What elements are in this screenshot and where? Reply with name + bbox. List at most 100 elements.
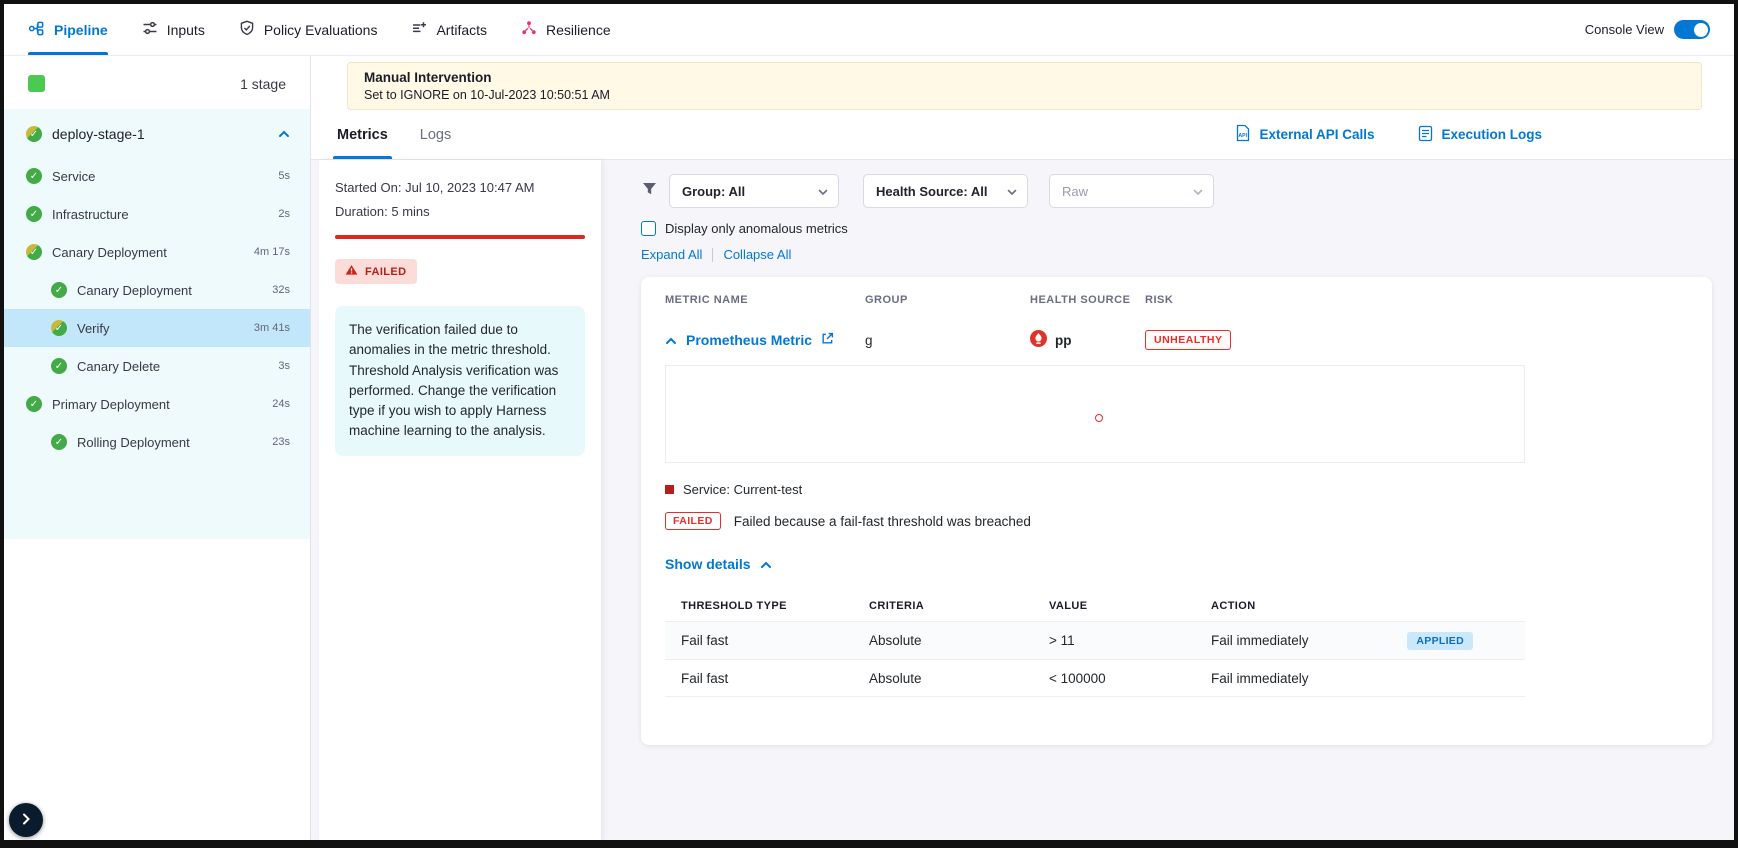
expand-console-button[interactable] — [9, 803, 43, 837]
sidebar-step-rolling-deployment[interactable]: ✓ Rolling Deployment 23s — [4, 423, 310, 461]
col-header-metric-name: METRIC NAME — [665, 294, 865, 306]
dropdown-value: Health Source: All — [876, 184, 987, 199]
nav-tab-policy-evaluations[interactable]: Policy Evaluations — [239, 4, 378, 55]
nav-tab-inputs[interactable]: Inputs — [142, 4, 205, 55]
group-filter-dropdown[interactable]: Group: All — [669, 174, 839, 208]
col-header-risk: RISK — [1145, 294, 1688, 306]
filter-funnel-icon — [641, 181, 658, 202]
step-duration: 23s — [272, 436, 290, 448]
metric-name-cell[interactable]: Prometheus Metric — [665, 332, 865, 348]
tab-label: Metrics — [337, 127, 388, 143]
col-header-group: GROUP — [865, 294, 1030, 306]
top-nav-tabs: Pipeline Inputs Policy Evaluations Artif… — [4, 4, 611, 55]
sidebar-step-infrastructure[interactable]: ✓ Infrastructure 2s — [4, 195, 310, 233]
sidebar-step-service[interactable]: ✓ Service 5s — [4, 157, 310, 195]
failed-status-badge: FAILED — [335, 259, 417, 284]
threshold-table: THRESHOLD TYPE CRITERIA VALUE ACTION Fai… — [665, 591, 1525, 697]
verify-step-content: Started On: Jul 10, 2023 10:47 AM Durati… — [311, 160, 1734, 840]
tab-label: Logs — [420, 127, 451, 143]
stage-header: 1 stage — [4, 56, 310, 109]
success-check-icon: ✓ — [51, 282, 67, 298]
sidebar-step-verify[interactable]: ✓ Verify 3m 41s — [4, 309, 310, 347]
inputs-icon — [142, 20, 158, 39]
external-link-icon[interactable] — [821, 332, 834, 348]
step-label: Service — [52, 169, 95, 184]
expand-collapse-row: Expand All Collapse All — [641, 247, 1712, 262]
step-duration: 32s — [272, 284, 290, 296]
success-check-icon: ✓ — [26, 396, 42, 412]
raw-filter-dropdown[interactable]: Raw — [1049, 174, 1214, 208]
threshold-type-cell: Fail fast — [681, 671, 869, 686]
nav-tab-label: Artifacts — [436, 22, 487, 38]
link-label: External API Calls — [1259, 127, 1374, 142]
chevron-up-icon[interactable] — [278, 125, 290, 143]
step-duration: 2s — [278, 208, 290, 220]
artifacts-icon — [411, 20, 427, 39]
nav-tab-artifacts[interactable]: Artifacts — [411, 4, 487, 55]
col-header-health-source: HEALTH SOURCE — [1030, 294, 1145, 306]
nav-tab-label: Resilience — [546, 22, 611, 38]
nav-tab-pipeline[interactable]: Pipeline — [28, 4, 108, 55]
sidebar-step-canary-delete[interactable]: ✓ Canary Delete 3s — [4, 347, 310, 385]
detail-tabbar: Metrics Logs API External API Calls Exec… — [311, 110, 1734, 160]
success-check-icon: ✓ — [51, 358, 67, 374]
expand-all-link[interactable]: Expand All — [641, 247, 702, 262]
step-label: Verify — [77, 321, 110, 336]
stage-row-deploy-stage-1[interactable]: ✓ deploy-stage-1 — [4, 109, 310, 157]
stage-status-square-icon — [28, 75, 45, 92]
anomalous-metrics-checkbox-row[interactable]: Display only anomalous metrics — [641, 221, 1712, 236]
svg-text:API: API — [1239, 133, 1248, 139]
action-cell: Fail immediately — [1211, 671, 1509, 686]
warning-check-icon: ✓ — [26, 244, 42, 260]
external-api-calls-link[interactable]: API External API Calls — [1235, 124, 1374, 145]
fail-reason-text: Failed because a fail-fast threshold was… — [734, 514, 1031, 529]
step-label: Canary Deployment — [52, 245, 167, 260]
legend-swatch-icon — [665, 485, 674, 494]
shield-check-icon — [239, 20, 255, 39]
chevron-up-icon — [760, 556, 772, 572]
log-document-icon — [1418, 125, 1433, 145]
chevron-right-icon — [22, 813, 30, 828]
tab-metrics[interactable]: Metrics — [321, 110, 404, 159]
chevron-up-icon[interactable] — [665, 332, 677, 348]
health-source-filter-dropdown[interactable]: Health Source: All — [863, 174, 1028, 208]
anomalous-metrics-checkbox[interactable] — [641, 221, 656, 236]
collapse-all-link[interactable]: Collapse All — [723, 247, 791, 262]
success-check-icon: ✓ — [26, 168, 42, 184]
chevron-down-icon — [1193, 184, 1203, 199]
success-check-icon: ✓ — [51, 434, 67, 450]
pipeline-execution-app: Pipeline Inputs Policy Evaluations Artif… — [4, 4, 1734, 840]
filter-row: Group: All Health Source: All Raw — [641, 174, 1712, 208]
value-cell: < 100000 — [1049, 671, 1211, 686]
nav-tab-resilience[interactable]: Resilience — [521, 4, 611, 55]
sidebar-step-canary-deployment[interactable]: ✓ Canary Deployment 32s — [4, 271, 310, 309]
col-header-threshold-type: THRESHOLD TYPE — [681, 600, 869, 612]
tab-links: API External API Calls Execution Logs — [1235, 124, 1542, 145]
sidebar-step-primary-deployment[interactable]: ✓ Primary Deployment 24s — [4, 385, 310, 423]
pipeline-icon — [28, 20, 45, 40]
applied-badge: APPLIED — [1407, 632, 1473, 650]
resilience-icon — [521, 20, 537, 39]
health-source-cell: pp — [1030, 330, 1145, 350]
step-duration: 24s — [272, 398, 290, 410]
banner-message: Set to IGNORE on 10-Jul-2023 10:50:51 AM — [364, 88, 1685, 102]
execution-sidebar: 1 stage ✓ deploy-stage-1 ✓ Service 5s ✓ … — [4, 56, 311, 840]
sidebar-step-canary-deployment-group[interactable]: ✓ Canary Deployment 4m 17s — [4, 233, 310, 271]
main-panel: Manual Intervention Set to IGNORE on 10-… — [311, 56, 1734, 840]
stage-count: 1 stage — [240, 76, 286, 92]
metric-detail: Service: Current-test FAILED Failed beca… — [665, 365, 1525, 697]
anomaly-point-marker — [1095, 414, 1103, 422]
toggle-knob — [1694, 23, 1708, 37]
divider — [712, 248, 713, 262]
warning-triangle-icon — [345, 264, 358, 279]
execution-logs-link[interactable]: Execution Logs — [1418, 124, 1542, 145]
metric-name-link[interactable]: Prometheus Metric — [686, 332, 812, 348]
show-details-toggle[interactable]: Show details — [665, 556, 772, 572]
threshold-type-cell: Fail fast — [681, 633, 869, 648]
console-view-toggle[interactable] — [1674, 20, 1710, 39]
step-label: Canary Deployment — [77, 283, 192, 298]
tab-logs[interactable]: Logs — [404, 110, 467, 159]
step-label: Infrastructure — [52, 207, 129, 222]
started-on-text: Started On: Jul 10, 2023 10:47 AM — [335, 180, 585, 195]
nav-tab-label: Policy Evaluations — [264, 22, 378, 38]
